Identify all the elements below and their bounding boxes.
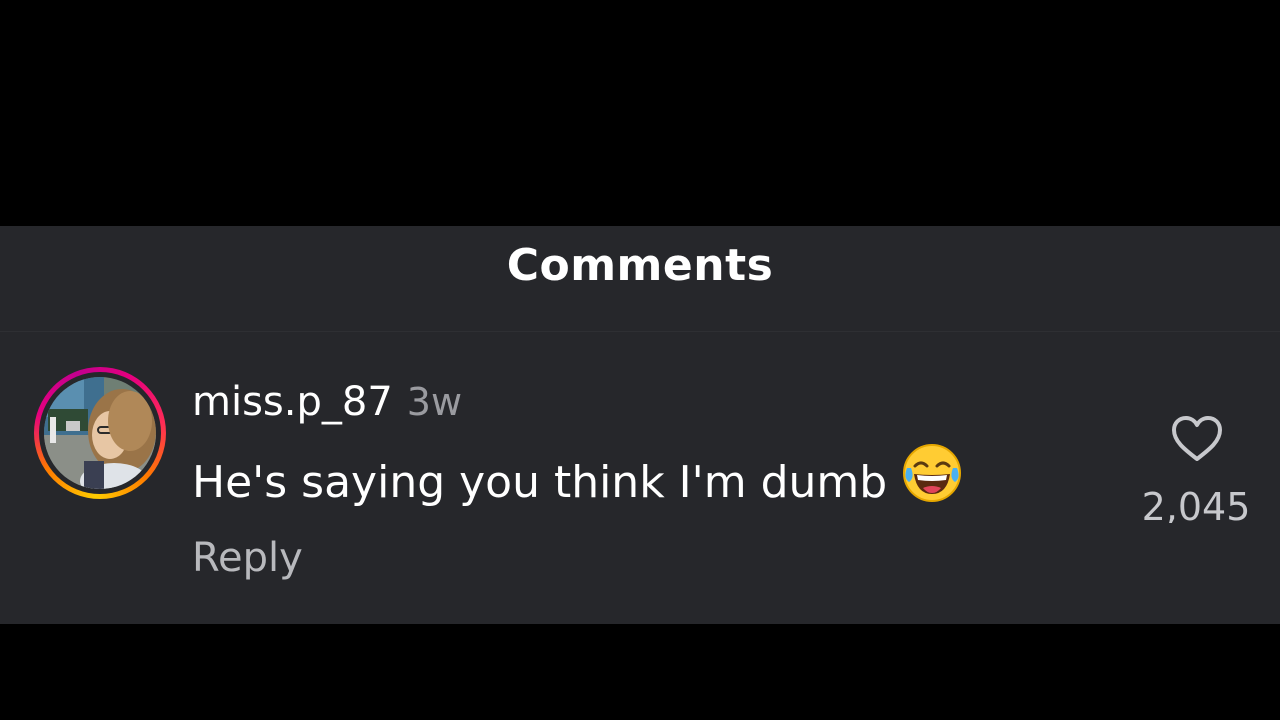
reply-button[interactable]: Reply [192, 532, 303, 584]
avatar-ring-gap [39, 372, 161, 494]
laughing-emoji-graphic [903, 444, 962, 502]
comment-timestamp: 3w [406, 380, 463, 424]
comment-body: He's saying you think I'm dumb [192, 457, 888, 508]
comment-text: He's saying you think I'm dumb [192, 444, 963, 510]
avatar-photo-image [44, 377, 156, 489]
comments-title: Comments [506, 240, 774, 291]
face-with-tears-of-joy-icon [901, 442, 963, 520]
video-frame: Comments miss.p_87 3w He's saying you th… [0, 0, 1280, 720]
username[interactable]: miss.p_87 [192, 379, 393, 425]
avatar-photo [44, 377, 156, 489]
title-divider [0, 331, 1280, 332]
comment-meta: miss.p_87 3w [192, 374, 462, 430]
like-button[interactable] [1170, 414, 1224, 464]
like-count: 2,045 [1141, 485, 1251, 523]
heart-icon [1172, 416, 1222, 461]
avatar[interactable] [34, 367, 166, 499]
